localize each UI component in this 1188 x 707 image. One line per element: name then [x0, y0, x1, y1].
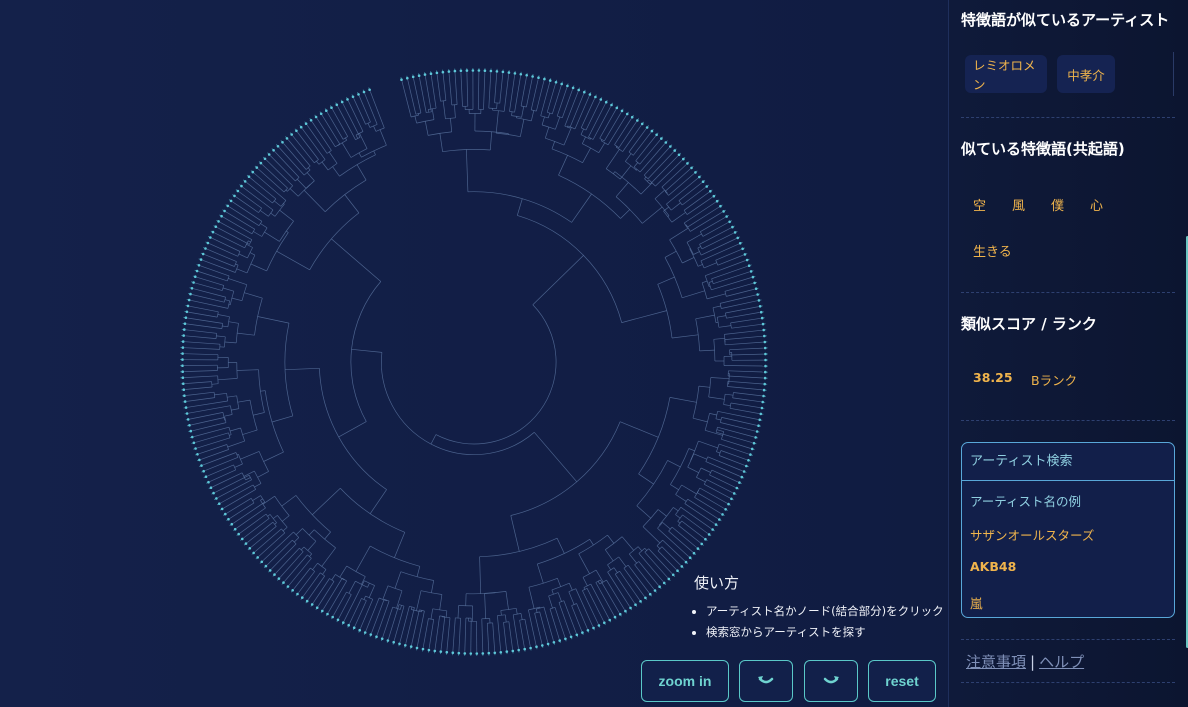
usage-title: 使い方 — [694, 574, 740, 592]
search-suggestion[interactable]: サザンオールスターズ — [970, 525, 1094, 544]
divider — [961, 117, 1175, 118]
notes-link[interactable]: 注意事項 — [966, 653, 1026, 671]
divider — [961, 682, 1175, 683]
similar-word[interactable]: 生きる — [973, 241, 1012, 260]
search-suggestion[interactable]: 嵐 — [970, 593, 983, 612]
usage-item: 検索窓からアーティストを探す — [706, 624, 944, 640]
dendrogram-links — [183, 71, 765, 653]
similar-artist-chip[interactable]: レミオロメン — [965, 55, 1047, 93]
rotate-right-button[interactable] — [804, 660, 858, 702]
rotate-left-button[interactable] — [739, 660, 793, 702]
similar-word[interactable]: 僕 — [1051, 195, 1064, 214]
dendrogram-leaves — [180, 67, 768, 656]
artist-search-input[interactable] — [962, 443, 1174, 481]
help-link[interactable]: ヘルプ — [1039, 653, 1084, 671]
footer-links: 注意事項 | ヘルプ — [966, 651, 1084, 672]
divider — [961, 420, 1175, 421]
similar-artist-chip[interactable]: 中孝介 — [1057, 55, 1115, 93]
similar-word[interactable]: 心 — [1090, 195, 1103, 214]
reset-button[interactable]: reset — [868, 660, 936, 702]
similarity-score: 38.25 — [973, 370, 1013, 385]
search-example-label: アーティスト名の例 — [970, 494, 1082, 509]
link-separator: | — [1030, 653, 1036, 671]
divider — [961, 639, 1175, 640]
usage-box: 使い方 アーティスト名かノード(結合部分)をクリック 検索窓からアーティストを探… — [694, 572, 944, 645]
zoom-in-button[interactable]: zoom in — [641, 660, 729, 702]
chip-scroll-edge — [1173, 52, 1174, 96]
similar-artists-title: 特徴語が似ているアーティスト — [961, 11, 1170, 29]
rotate-ccw-icon — [758, 676, 774, 684]
similar-word[interactable]: 空 — [973, 195, 986, 214]
usage-list: アーティスト名かノード(結合部分)をクリック 検索窓からアーティストを探す — [694, 603, 944, 640]
search-suggestion[interactable]: AKB48 — [970, 559, 1016, 574]
artist-search-box: アーティスト名の例 サザンオールスターズ AKB48 嵐 — [961, 442, 1175, 618]
similar-words-title: 似ている特徴語(共起語) — [961, 140, 1125, 158]
rotate-cw-icon — [823, 676, 839, 684]
score-title: 類似スコア / ランク — [961, 315, 1097, 333]
info-panel: 特徴語が似ているアーティスト レミオロメン 中孝介 似ている特徴語(共起語) 空… — [948, 0, 1188, 707]
divider — [961, 292, 1175, 293]
similar-word[interactable]: 風 — [1012, 195, 1025, 214]
usage-item: アーティスト名かノード(結合部分)をクリック — [706, 603, 944, 619]
similarity-rank: Bランク — [1031, 373, 1078, 388]
